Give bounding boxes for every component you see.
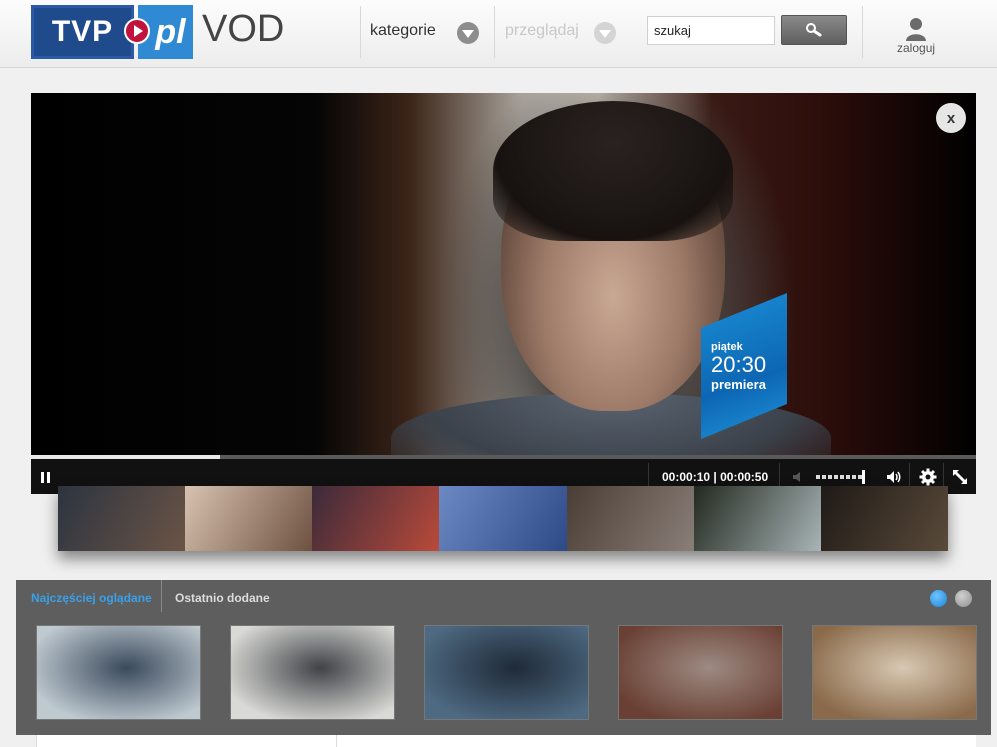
gear-icon[interactable]: [919, 468, 937, 486]
episode-thumbnail-strip: [58, 486, 948, 551]
episode-thumbnail[interactable]: [693, 486, 821, 551]
chevron-down-icon[interactable]: [457, 22, 479, 44]
duration: 00:00:50: [720, 470, 769, 484]
video-frame[interactable]: piątek 20:30 premiera x: [31, 93, 976, 483]
menu-kategorie[interactable]: kategorie: [370, 22, 436, 40]
video-player[interactable]: piątek 20:30 premiera x 00:00:10 | 00:00…: [31, 93, 976, 494]
tvp-logo[interactable]: TVP: [31, 5, 134, 59]
time-readout: 00:00:10 | 00:00:50: [662, 470, 768, 484]
episode-thumbnail[interactable]: [185, 486, 313, 551]
menu-przegladaj[interactable]: przeglądaj: [505, 22, 579, 40]
video-card[interactable]: [618, 625, 783, 720]
episode-thumbnail[interactable]: [566, 486, 694, 551]
episode-thumbnail[interactable]: [312, 486, 440, 551]
video-figure-hair: [493, 101, 733, 241]
episode-thumbnail[interactable]: [820, 486, 948, 551]
user-icon[interactable]: [904, 17, 928, 41]
header-divider: [494, 6, 495, 58]
login-link[interactable]: zaloguj: [897, 41, 935, 55]
content-divider: [336, 735, 337, 747]
search-input[interactable]: [647, 16, 775, 45]
vod-logo-text[interactable]: VOD: [202, 8, 284, 51]
time-separator: |: [713, 470, 717, 484]
tab-most-watched[interactable]: Najczęściej oglądane: [31, 591, 152, 605]
tab-recently-added[interactable]: Ostatnio dodane: [175, 591, 270, 605]
search-button[interactable]: [781, 15, 847, 45]
fullscreen-icon[interactable]: [951, 468, 969, 486]
pl-logo-text: pl: [155, 12, 186, 51]
promo-label: premiera: [711, 376, 766, 392]
tab-divider: [161, 580, 162, 612]
recommendations-panel: Najczęściej oglądane Ostatnio dodane: [16, 580, 991, 735]
volume-knob[interactable]: [862, 470, 865, 484]
play-logo-icon: [124, 18, 150, 44]
promo-day: piątek: [711, 340, 743, 353]
pager-dot-active[interactable]: [930, 590, 947, 607]
video-card[interactable]: [424, 625, 589, 720]
video-card[interactable]: [230, 625, 395, 720]
promo-time: 20:30: [711, 351, 767, 377]
volume-high-icon[interactable]: [886, 470, 902, 484]
header-divider: [862, 6, 863, 58]
volume-low-icon[interactable]: [792, 471, 804, 483]
video-card[interactable]: [36, 625, 201, 720]
episode-thumbnail[interactable]: [58, 486, 186, 551]
episode-thumbnail[interactable]: [439, 486, 567, 551]
volume-slider[interactable]: [816, 475, 864, 479]
pause-icon[interactable]: [41, 472, 51, 483]
search-icon: [806, 23, 822, 37]
tvp-logo-text: TVP: [51, 15, 114, 48]
video-card[interactable]: [812, 625, 977, 720]
top-bar: TVP pl VOD kategorie przeglądaj zaloguj: [0, 0, 997, 68]
close-player-button[interactable]: x: [936, 103, 966, 133]
current-time: 00:00:10: [662, 470, 711, 484]
content-below: [36, 735, 976, 747]
chevron-down-icon[interactable]: [594, 22, 616, 44]
pager-dot[interactable]: [955, 590, 972, 607]
header-divider: [360, 6, 361, 58]
